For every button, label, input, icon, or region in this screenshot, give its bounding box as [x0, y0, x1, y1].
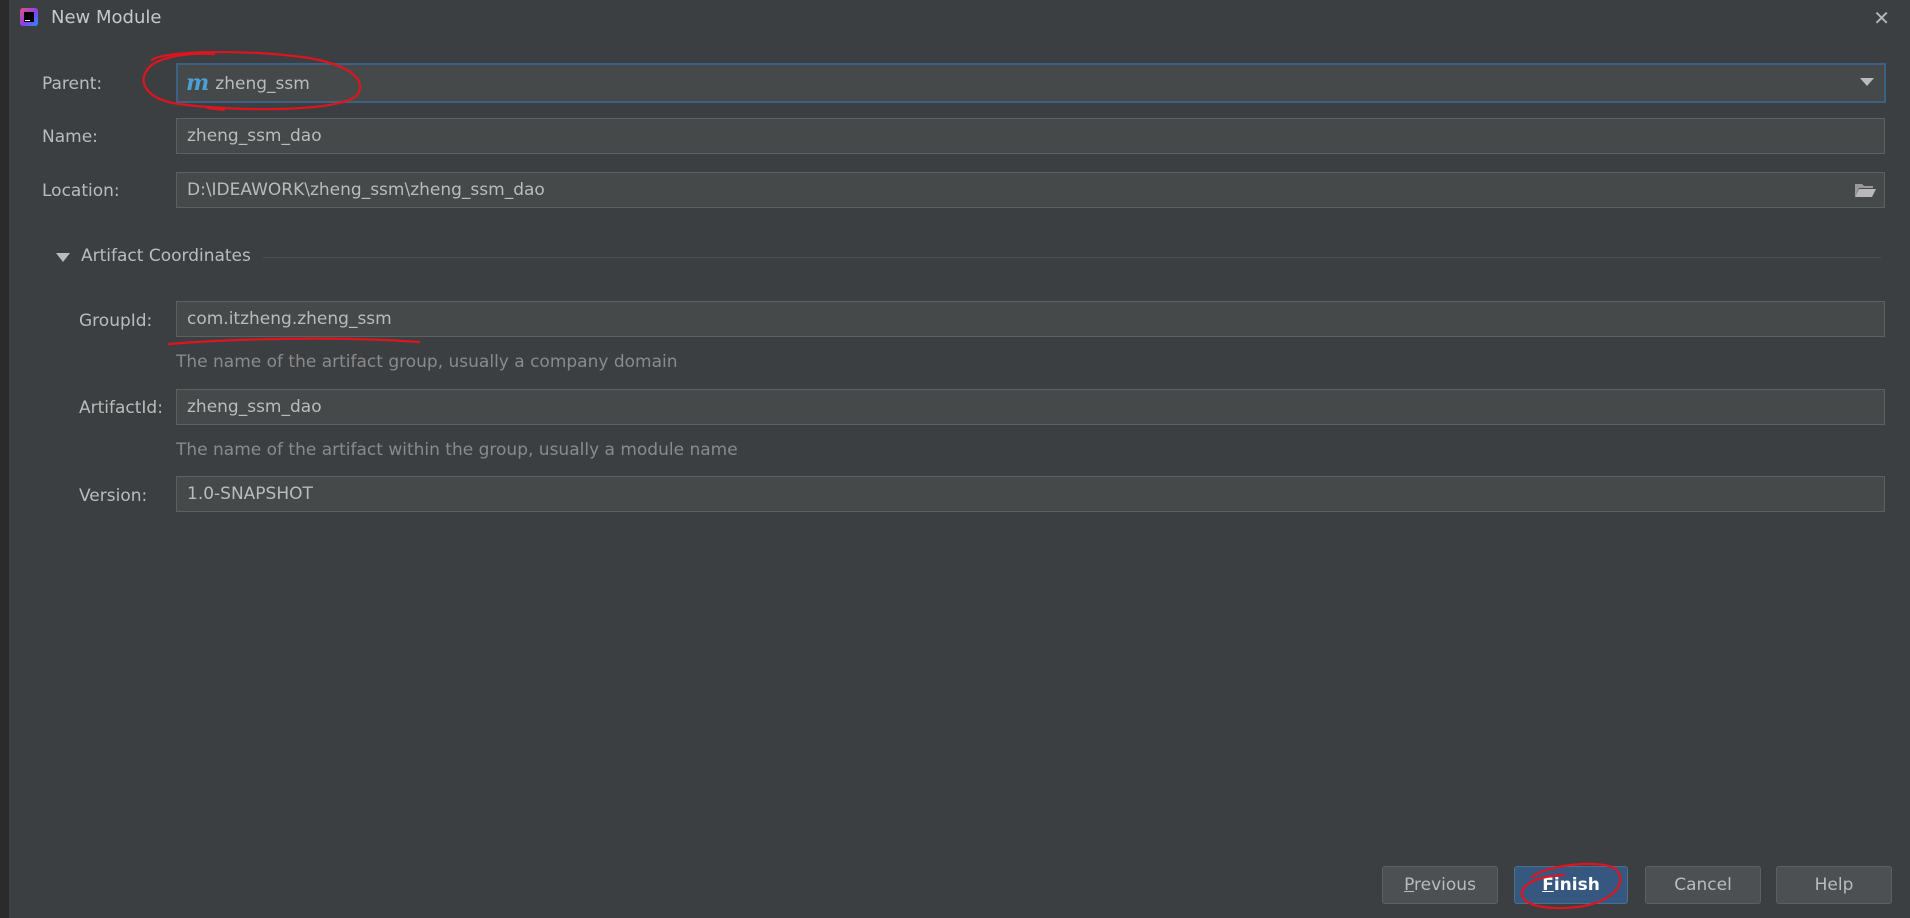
location-label: Location:: [42, 181, 120, 201]
title-bar: New Module ✕: [9, 0, 1910, 38]
version-label: Version:: [79, 486, 148, 506]
chevron-down-icon[interactable]: [1860, 78, 1874, 86]
maven-module-icon: m: [186, 70, 210, 96]
name-field[interactable]: zheng_ssm_dao: [176, 118, 1885, 154]
triangle-down-icon[interactable]: [56, 253, 70, 262]
location-field[interactable]: D:\IDEAWORK\zheng_ssm\zheng_ssm_dao: [176, 172, 1885, 208]
parent-select[interactable]: m zheng_ssm: [176, 63, 1886, 103]
location-value: D:\IDEAWORK\zheng_ssm\zheng_ssm_dao: [187, 180, 545, 200]
help-button[interactable]: Help: [1776, 866, 1892, 904]
parent-label: Parent:: [42, 74, 103, 94]
new-module-dialog: New Module ✕ Parent: m zheng_ssm Name: zh…: [0, 0, 1910, 918]
close-icon[interactable]: ✕: [1873, 6, 1890, 30]
intellij-icon: [20, 8, 38, 26]
cancel-button[interactable]: Cancel: [1645, 866, 1761, 904]
section-divider: [263, 257, 1881, 258]
parent-value: zheng_ssm: [215, 74, 310, 94]
artifactid-hint: The name of the artifact within the grou…: [176, 440, 738, 460]
groupid-field[interactable]: com.itzheng.zheng_ssm: [176, 301, 1885, 337]
version-field[interactable]: 1.0-SNAPSHOT: [176, 476, 1885, 512]
finish-button[interactable]: Finish: [1514, 866, 1628, 904]
section-title: Artifact Coordinates: [81, 246, 251, 266]
folder-open-icon[interactable]: [1854, 182, 1876, 198]
window-title: New Module: [51, 7, 162, 28]
artifactid-field[interactable]: zheng_ssm_dao: [176, 389, 1885, 425]
name-label: Name:: [42, 127, 98, 147]
groupid-label: GroupId:: [79, 311, 153, 331]
artifact-coordinates-header[interactable]: Artifact Coordinates: [51, 246, 1881, 268]
groupid-hint: The name of the artifact group, usually …: [176, 352, 678, 372]
artifactid-label: ArtifactId:: [79, 398, 163, 418]
previous-button[interactable]: Previous: [1382, 866, 1498, 904]
